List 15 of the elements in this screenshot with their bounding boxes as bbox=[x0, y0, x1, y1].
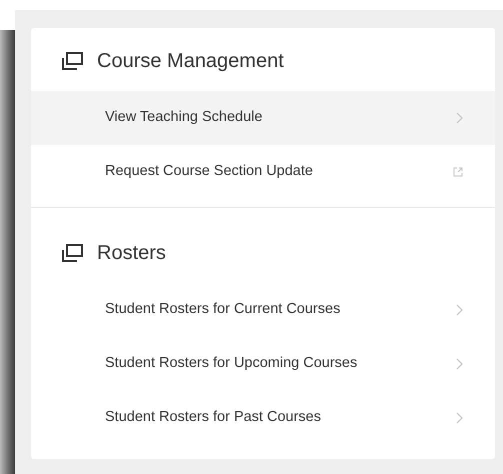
stacked-windows-icon bbox=[61, 52, 83, 70]
section-title: Rosters bbox=[97, 241, 166, 266]
menu-item-label: Student Rosters for Past Courses bbox=[105, 408, 321, 428]
menu-item-label: Request Course Section Update bbox=[105, 162, 313, 182]
chevron-right-icon bbox=[456, 412, 463, 424]
chevron-right-icon bbox=[456, 358, 463, 370]
menu-item-label: Student Rosters for Current Courses bbox=[105, 300, 340, 320]
chevron-right-icon bbox=[456, 112, 463, 124]
chevron-right-icon bbox=[456, 304, 463, 316]
section-title: Course Management bbox=[97, 49, 284, 74]
external-link-icon bbox=[453, 167, 463, 177]
stacked-windows-icon bbox=[61, 244, 83, 262]
menu-item-label: Student Rosters for Upcoming Courses bbox=[105, 354, 358, 374]
menu-item-label: View Teaching Schedule bbox=[105, 108, 262, 128]
menu-item[interactable]: View Teaching Schedule bbox=[31, 91, 495, 145]
